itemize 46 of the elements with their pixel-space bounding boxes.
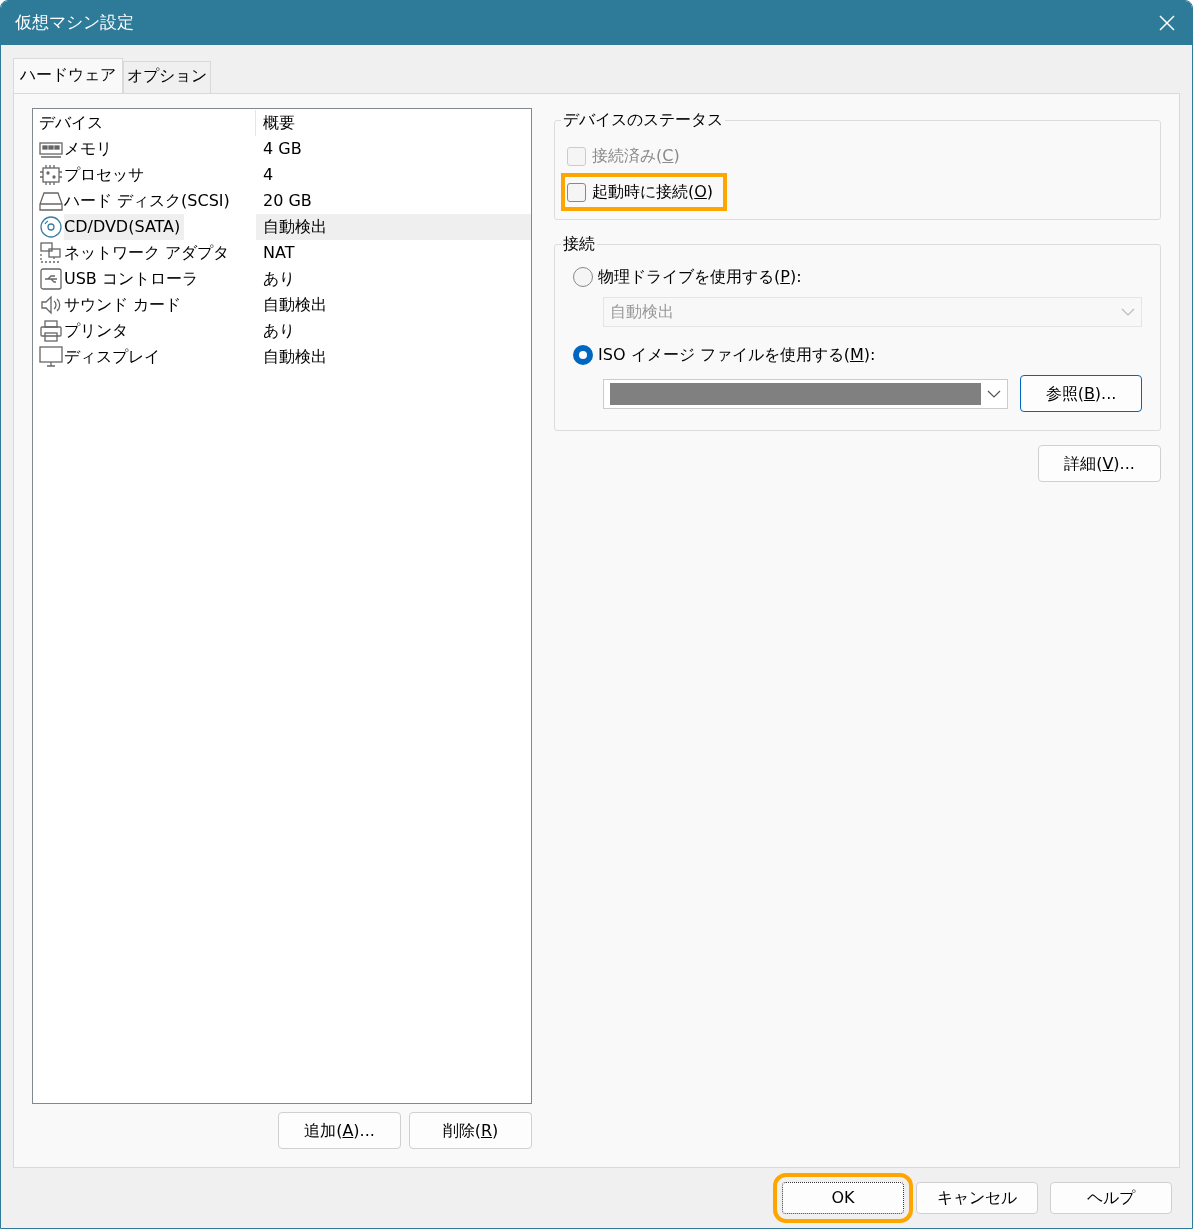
- add-remove-button[interactable]: 追加(A)...: [278, 1112, 401, 1149]
- device-summary: 20 GB: [262, 190, 313, 212]
- device-summary: 自動検出: [262, 294, 328, 316]
- device-name[interactable]: サウンド カード: [64, 292, 186, 318]
- network-icon: [39, 242, 63, 264]
- column-header: 概要: [262, 112, 296, 134]
- radio-button[interactable]: [573, 345, 593, 365]
- device-summary: あり: [262, 320, 296, 342]
- hard-drive-icon: [39, 190, 63, 212]
- device-summary: あり: [262, 268, 296, 290]
- advanced-button[interactable]: 詳細(V)...: [1038, 445, 1161, 482]
- device-summary: 4 GB: [262, 138, 303, 160]
- usb-icon: [39, 268, 63, 290]
- disc-icon: [39, 216, 63, 238]
- device-name[interactable]: CD/DVD(SATA): [64, 214, 185, 240]
- checkbox[interactable]: [567, 182, 586, 202]
- add-remove-button[interactable]: 削除(R): [409, 1112, 532, 1149]
- device-summary: NAT: [262, 242, 296, 264]
- radio-label[interactable]: 物理ドライブを使用する(P):: [598, 265, 802, 289]
- device-name[interactable]: USB コントローラ: [64, 266, 202, 292]
- dialog-button[interactable]: ヘルプ: [1050, 1182, 1172, 1214]
- device-name[interactable]: ディスプレイ: [64, 344, 164, 370]
- tab[interactable]: ハードウェア: [13, 58, 123, 93]
- device-summary: 自動検出: [262, 346, 328, 368]
- chevron-down-icon: [987, 389, 1001, 398]
- chip-icon: [39, 164, 63, 186]
- device-name[interactable]: メモリ: [64, 136, 116, 162]
- dialog-button[interactable]: キャンセル: [916, 1182, 1038, 1214]
- radio-button[interactable]: [573, 267, 593, 287]
- device-summary: 自動検出: [256, 214, 531, 240]
- device-name[interactable]: ネットワーク アダプタ: [64, 240, 234, 266]
- tab[interactable]: オプション: [123, 61, 211, 93]
- printer-icon: [39, 320, 63, 342]
- device-name[interactable]: プロセッサ: [64, 162, 148, 188]
- browse-button[interactable]: 参照(B)...: [1020, 375, 1142, 412]
- device-summary: 4: [262, 164, 275, 186]
- checkbox-label[interactable]: 起動時に接続(O): [592, 180, 714, 204]
- device-name[interactable]: ハード ディスク(SCSI): [64, 188, 234, 214]
- device-name[interactable]: プリンタ: [64, 318, 132, 344]
- radio-label[interactable]: ISO イメージ ファイルを使用する(M):: [598, 343, 876, 367]
- window-title: 仮想マシン設定: [15, 11, 134, 35]
- speaker-icon: [39, 294, 63, 316]
- monitor-icon: [39, 346, 63, 368]
- dropdown[interactable]: [603, 378, 1008, 409]
- chevron-down-icon: [1121, 308, 1135, 316]
- column-header: デバイス: [34, 110, 256, 136]
